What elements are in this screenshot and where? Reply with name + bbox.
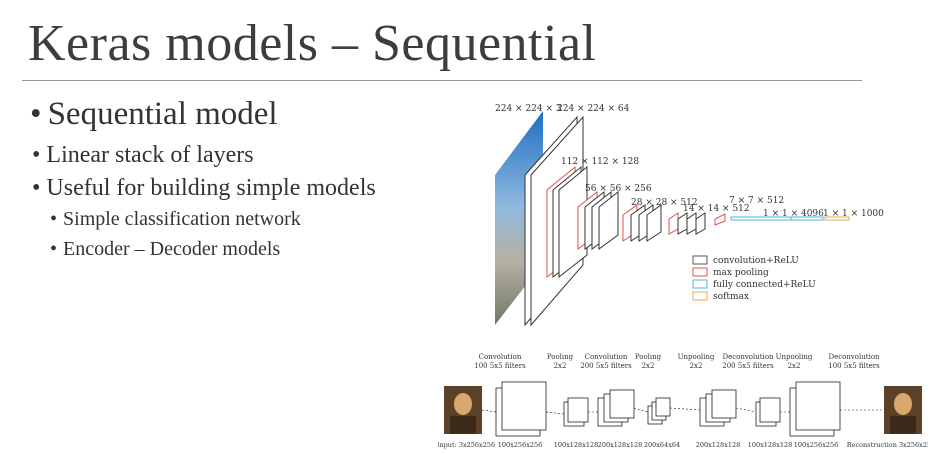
- input-portrait-image: [444, 386, 482, 434]
- size-label-output: Reconstruction 3x256x256: [847, 441, 928, 449]
- legend-label-pool: max pooling: [713, 268, 769, 278]
- conv5-slab-c: [695, 212, 706, 235]
- op-sub-unpool1: 2x2: [690, 362, 703, 370]
- dim-label-conv3: 56 × 56 × 256: [585, 184, 652, 194]
- bullet-encoder-decoder: • Encoder – Decoder models: [50, 238, 281, 260]
- encoder-volume-1b: [501, 381, 547, 431]
- size-label-1: 100x256x256: [498, 441, 543, 449]
- op-sub-deconv1: 200 5x5 filters: [722, 362, 774, 370]
- op-sub-conv2: 200 5x5 filters: [580, 362, 632, 370]
- pool4-slab: [668, 212, 679, 235]
- legend-swatch-softmax: [692, 291, 708, 301]
- decoder-volume-2b: [759, 397, 781, 423]
- op-label-pool2: Pooling: [635, 353, 662, 361]
- dim-label-softmax: 1 × 1 × 1000: [823, 209, 884, 219]
- op-label-unpool1: Unpooling: [678, 353, 715, 361]
- decoder-volume-3b: [795, 381, 841, 431]
- dim-label-pool5: 7 × 7 × 512: [729, 196, 784, 206]
- size-label-2: 100x128x128: [554, 441, 599, 449]
- encoder-volume-4c: [655, 397, 671, 417]
- reconstruction-portrait-image: [884, 386, 922, 434]
- dim-label-conv1: 224 × 224 × 64: [557, 104, 630, 114]
- bullet-linear-stack: • Linear stack of layers: [32, 142, 254, 168]
- bullet-simple-classification: • Simple classification network: [50, 208, 301, 230]
- conv5-slab-b: [686, 212, 697, 235]
- op-label-conv2: Convolution: [585, 353, 628, 361]
- op-sub-deconv2: 100 5x5 filters: [828, 362, 880, 370]
- op-label-deconv1: Deconvolution: [722, 353, 774, 361]
- size-label-6: 100x128x128: [748, 441, 793, 449]
- op-label-pool1: Pooling: [547, 353, 574, 361]
- legend-label-softmax: softmax: [713, 292, 749, 302]
- encoder-decoder-diagram: Convolution 100 5x5 filters Pooling 2x2 …: [438, 353, 928, 449]
- dim-label-fc: 1 × 1 × 4096: [763, 209, 824, 219]
- dim-label-conv2: 112 × 112 × 128: [561, 157, 639, 167]
- legend-label-conv: convolution+ReLU: [713, 256, 799, 266]
- decoder-volume-1c: [711, 389, 737, 419]
- pool5-slab: [714, 213, 726, 226]
- legend-label-fc: fully connected+ReLU: [713, 280, 816, 290]
- slide-title: Keras models – Sequential: [28, 15, 597, 72]
- legend-swatch-pool: [692, 267, 708, 277]
- size-label-4: 200x64x64: [644, 441, 680, 449]
- op-sub-pool2: 2x2: [642, 362, 655, 370]
- op-sub-pool1: 2x2: [554, 362, 567, 370]
- op-sub-unpool2: 2x2: [788, 362, 801, 370]
- bullet-sequential-model: • Sequential model: [30, 96, 278, 132]
- vgg-legend: convolution+ReLU max pooling fully conne…: [692, 255, 816, 302]
- encoder-volume-3c: [609, 389, 635, 419]
- size-label-3: 200x128x128: [598, 441, 643, 449]
- conv5-slab-a: [677, 212, 688, 235]
- op-label-conv1: Convolution: [479, 353, 522, 361]
- op-label-deconv2: Deconvolution: [828, 353, 880, 361]
- size-label-7: 100x256x256: [794, 441, 839, 449]
- dim-label-input: 224 × 224 × 3: [495, 104, 562, 114]
- bullet-useful-simple-models: • Useful for building simple models: [32, 175, 376, 201]
- legend-swatch-fc: [692, 279, 708, 289]
- op-label-unpool2: Unpooling: [776, 353, 813, 361]
- legend-swatch-conv: [692, 255, 708, 265]
- encoder-volume-2b: [567, 397, 589, 423]
- title-divider: [22, 80, 862, 81]
- size-label-input: Input: 3x256x256: [438, 441, 495, 449]
- size-label-5: 200x128x128: [696, 441, 741, 449]
- vgg-architecture-diagram: 224 × 224 × 3 224 × 224 × 64 112 × 112 ×…: [495, 104, 884, 327]
- op-sub-conv1: 100 5x5 filters: [474, 362, 526, 370]
